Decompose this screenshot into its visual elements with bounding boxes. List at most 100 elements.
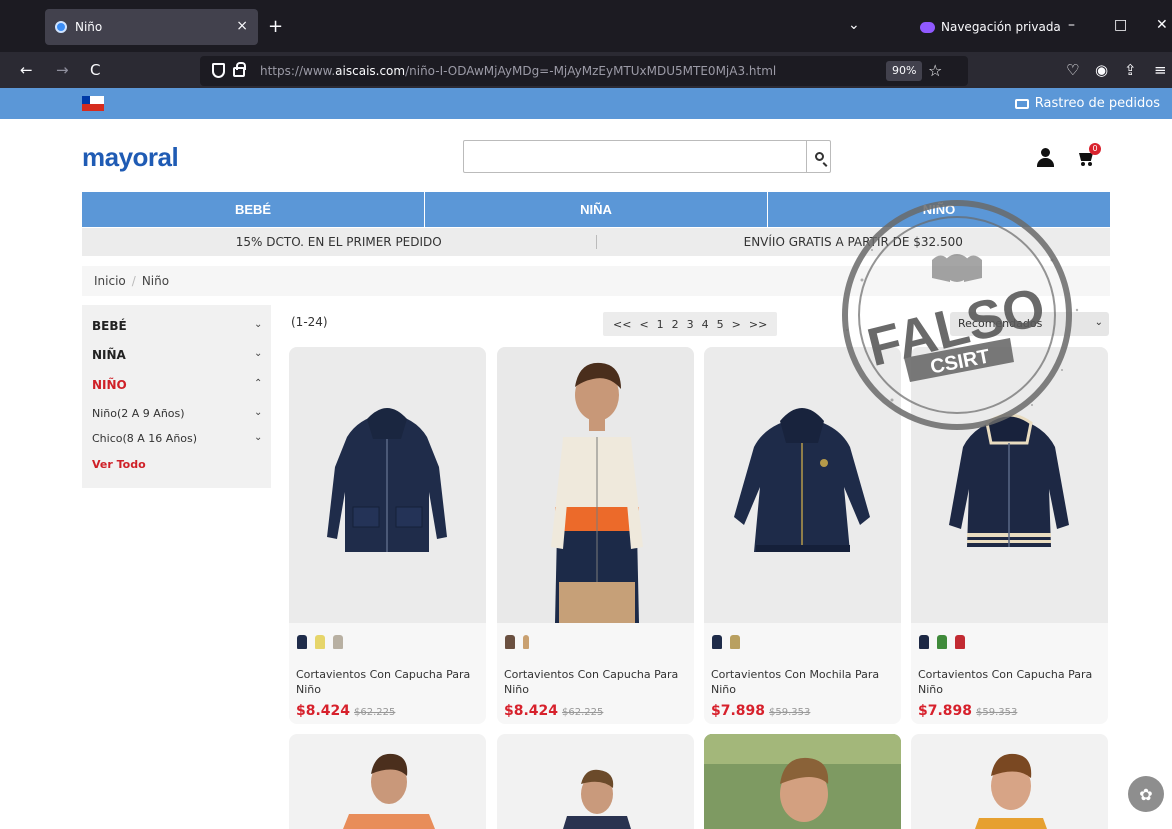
product-image[interactable] xyxy=(911,347,1108,623)
private-browsing-indicator: Navegación privada xyxy=(920,20,1061,34)
chile-flag-icon[interactable] xyxy=(82,96,104,111)
product-image[interactable] xyxy=(497,347,694,623)
swatch-navy[interactable] xyxy=(919,635,929,649)
pocket-icon[interactable]: ♡ xyxy=(1066,61,1079,79)
page-5[interactable]: 5 xyxy=(717,318,724,331)
search-button[interactable] xyxy=(806,140,831,173)
product-card[interactable] xyxy=(497,734,694,829)
chevron-down-icon[interactable]: ⌄ xyxy=(254,407,262,418)
swatch-navy[interactable] xyxy=(712,635,722,649)
product-price: $7.898 $59.353 xyxy=(918,703,1017,719)
product-image[interactable] xyxy=(289,734,486,829)
sidebar-item-ver-todo[interactable]: Ver Todo xyxy=(92,458,146,471)
product-price: $7.898 $59.353 xyxy=(711,703,810,719)
site-logo[interactable]: mayoral xyxy=(82,142,179,173)
browser-tab[interactable]: Niño × xyxy=(45,9,258,45)
swatch-kid[interactable] xyxy=(730,635,740,649)
sidebar-item-bebe[interactable]: BEBÉ xyxy=(92,319,127,333)
page-1[interactable]: 1 xyxy=(657,318,664,331)
forward-button[interactable]: → xyxy=(56,61,69,79)
product-card[interactable] xyxy=(911,734,1108,829)
swatch-yellow[interactable] xyxy=(315,635,325,649)
browser-tab-bar: Niño × + ⌄ Navegación privada – □ ✕ xyxy=(0,0,1172,52)
page-last[interactable]: >> xyxy=(749,318,767,331)
cart-count-badge: 0 xyxy=(1089,143,1101,155)
product-image[interactable] xyxy=(289,347,486,623)
product-card[interactable] xyxy=(289,734,486,829)
account-icon[interactable]: ◉ xyxy=(1095,61,1108,79)
page-next[interactable]: > xyxy=(732,318,741,331)
top-strip xyxy=(0,88,1172,119)
url-bar[interactable]: https://www.aiscais.com/niño-I-ODAwMjAyM… xyxy=(200,56,968,86)
page-2[interactable]: 2 xyxy=(672,318,679,331)
bookmark-star-icon[interactable]: ☆ xyxy=(928,61,942,80)
order-tracking-link[interactable]: Rastreo de pedidos xyxy=(1014,96,1160,111)
user-account-icon[interactable] xyxy=(1036,148,1054,168)
page-prev[interactable]: < xyxy=(639,318,648,331)
page-first[interactable]: << xyxy=(613,318,631,331)
private-mask-icon xyxy=(920,21,935,33)
breadcrumb-home[interactable]: Inicio xyxy=(94,274,126,288)
sort-select[interactable]: Recomendados ⌄ xyxy=(950,312,1109,336)
app-menu-icon[interactable]: ≡ xyxy=(1154,61,1167,79)
original-price: $59.353 xyxy=(769,707,811,718)
page-3[interactable]: 3 xyxy=(687,318,694,331)
tab-close-icon[interactable]: × xyxy=(236,18,248,34)
chevron-down-icon[interactable]: ⌄ xyxy=(254,348,262,359)
product-name[interactable]: Cortavientos Con Capucha Para Niño xyxy=(504,667,686,697)
product-image[interactable] xyxy=(911,734,1108,829)
original-price: $62.225 xyxy=(562,707,604,718)
swatch-red[interactable] xyxy=(955,635,965,649)
swatch-kid-1[interactable] xyxy=(505,635,515,649)
minimize-button[interactable]: – xyxy=(1068,17,1075,33)
product-card[interactable]: Cortavientos Con Mochila Para Niño $7.89… xyxy=(704,347,901,724)
lock-icon[interactable] xyxy=(233,62,246,77)
sale-price: $7.898 xyxy=(918,703,973,719)
product-card[interactable]: Cortavientos Con Capucha Para Niño $8.42… xyxy=(497,347,694,724)
product-image[interactable] xyxy=(497,734,694,829)
page-4[interactable]: 4 xyxy=(702,318,709,331)
swatch-green[interactable] xyxy=(937,635,947,649)
chat-help-button[interactable]: ✿ xyxy=(1128,776,1164,812)
category-nina[interactable]: NIÑA xyxy=(425,192,768,227)
close-window-button[interactable]: ✕ xyxy=(1156,17,1168,33)
maximize-button[interactable]: □ xyxy=(1114,17,1127,33)
product-card[interactable] xyxy=(704,734,901,829)
product-name[interactable]: Cortavientos Con Capucha Para Niño xyxy=(296,667,478,697)
product-name[interactable]: Cortavientos Con Mochila Para Niño xyxy=(711,667,893,697)
chevron-up-icon[interactable]: ⌃ xyxy=(254,378,262,389)
back-button[interactable]: ← xyxy=(20,61,33,79)
swatch-kid-2[interactable] xyxy=(523,635,529,649)
category-bebe[interactable]: BEBÉ xyxy=(82,192,425,227)
extensions-icon[interactable]: ⇪ xyxy=(1124,61,1137,79)
truck-icon xyxy=(1014,98,1029,109)
product-name[interactable]: Cortavientos Con Capucha Para Niño xyxy=(918,667,1100,697)
search-input[interactable] xyxy=(463,140,831,173)
new-tab-button[interactable]: + xyxy=(268,16,283,37)
url-text[interactable]: https://www.aiscais.com/niño-I-ODAwMjAyM… xyxy=(260,64,776,78)
pagination: << < 1 2 3 4 5 > >> xyxy=(603,312,778,336)
product-image[interactable] xyxy=(704,347,901,623)
swatch-navy[interactable] xyxy=(297,635,307,649)
sort-value: Recomendados xyxy=(958,317,1043,330)
sidebar-item-chico-8-16[interactable]: Chico(8 A 16 Años) xyxy=(92,432,197,445)
product-card[interactable]: Cortavientos Con Capucha Para Niño $7.89… xyxy=(911,347,1108,724)
reload-button[interactable]: C xyxy=(90,61,100,79)
chevron-down-icon[interactable]: ⌄ xyxy=(254,432,262,443)
tracking-protection-icon[interactable] xyxy=(212,63,225,78)
url-scheme: https://www. xyxy=(260,64,336,78)
favicon-icon xyxy=(55,21,67,33)
sidebar-item-nino-2-9[interactable]: Niño(2 A 9 Años) xyxy=(92,407,185,420)
product-image[interactable] xyxy=(704,734,901,829)
sidebar-item-nina[interactable]: NIÑA xyxy=(92,348,126,362)
swatch-beige[interactable] xyxy=(333,635,343,649)
category-nino[interactable]: NIÑO xyxy=(768,192,1110,227)
zoom-level[interactable]: 90% xyxy=(886,61,923,81)
sidebar-item-nino[interactable]: NIÑO xyxy=(92,378,127,392)
url-domain: aiscais.com xyxy=(335,64,406,78)
product-card[interactable]: Cortavientos Con Capucha Para Niño $8.42… xyxy=(289,347,486,724)
color-swatches xyxy=(505,635,537,649)
list-tabs-icon[interactable]: ⌄ xyxy=(848,17,860,33)
promo-discount: 15% DCTO. EN EL PRIMER PEDIDO xyxy=(235,235,442,249)
chevron-down-icon[interactable]: ⌄ xyxy=(254,319,262,330)
